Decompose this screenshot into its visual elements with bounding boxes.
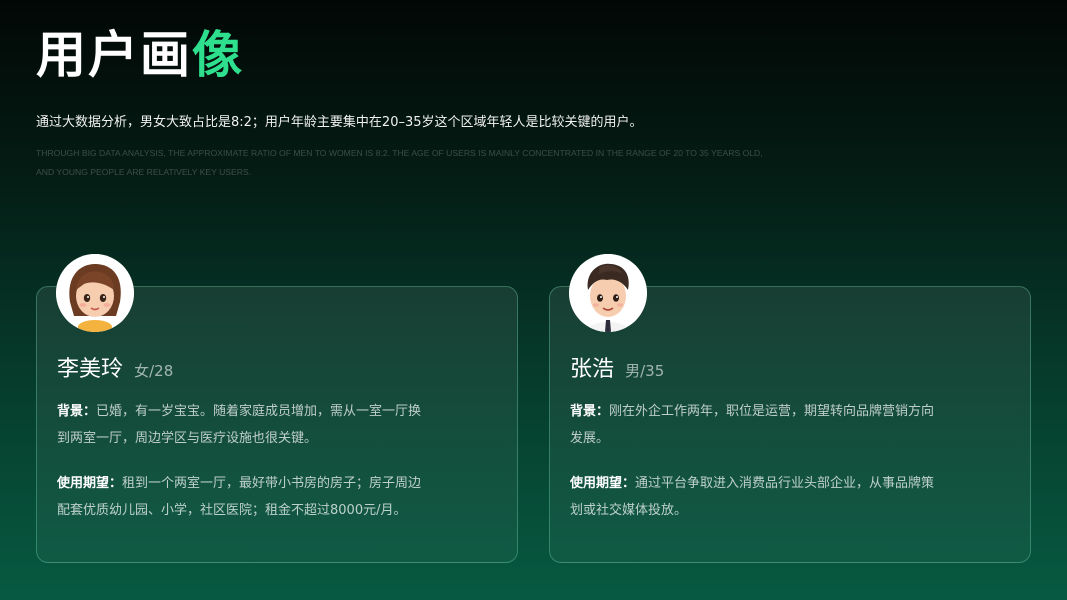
background-text: 刚在外企工作两年，职位是运营，期望转向品牌营销方向发展。	[570, 404, 935, 446]
persona-expectation: 使用期望：租到一个两室一厅，最好带小书房的房子；房子周边配套优质幼儿园、小学，社…	[57, 470, 427, 524]
persona-name: 张浩	[570, 357, 615, 382]
page-title: 用户画像	[36, 28, 244, 83]
persona-card: 李美玲 女/28 背景：已婚，有一岁宝宝。随着家庭成员增加，需从一室一厅换到两室…	[36, 254, 518, 563]
title-accent: 像	[192, 26, 244, 84]
background-label: 背景：	[57, 404, 97, 419]
expectation-label: 使用期望：	[57, 476, 123, 491]
persona-background: 背景：已婚，有一岁宝宝。随着家庭成员增加，需从一室一厅换到两室一厅，周边学区与医…	[57, 398, 427, 452]
persona-gender-age: 女/28	[134, 362, 174, 380]
subtitle-english: THROUGH BIG DATA ANALYSIS, THE APPROXIMA…	[36, 148, 763, 177]
persona-header: 张浩 男/35	[570, 351, 664, 383]
male-avatar-icon	[569, 254, 647, 332]
persona-gender-age: 男/35	[625, 362, 665, 380]
persona-expectation: 使用期望：通过平台争取进入消费品行业头部企业，从事品牌策划或社交媒体投放。	[570, 470, 940, 524]
persona-header: 李美玲 女/28	[57, 351, 173, 383]
persona-name: 李美玲	[57, 357, 124, 382]
subtitle-chinese: 通过大数据分析，男女大致占比是8:2；用户年龄主要集中在20–35岁这个区域年轻…	[36, 115, 643, 130]
persona-card: 张浩 男/35 背景：刚在外企工作两年，职位是运营，期望转向品牌营销方向发展。 …	[549, 254, 1031, 563]
female-avatar-icon	[56, 254, 134, 332]
persona-background: 背景：刚在外企工作两年，职位是运营，期望转向品牌营销方向发展。	[570, 398, 940, 452]
background-text: 已婚，有一岁宝宝。随着家庭成员增加，需从一室一厅换到两室一厅，周边学区与医疗设施…	[57, 404, 422, 446]
title-main: 用户画	[36, 26, 192, 84]
background-label: 背景：	[570, 404, 610, 419]
expectation-label: 使用期望：	[570, 476, 636, 491]
